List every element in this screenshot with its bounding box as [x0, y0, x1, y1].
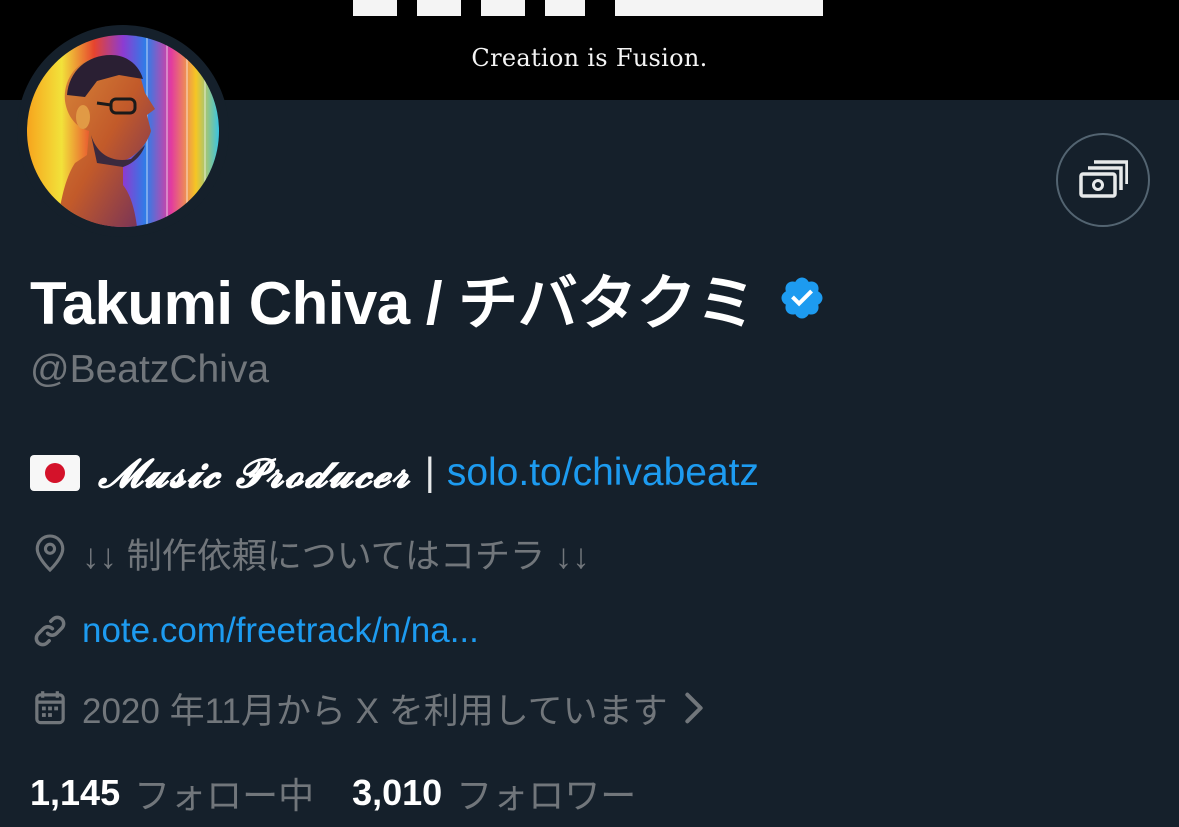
location-row: ↓↓ 制作依頼についてはコチラ ↓↓ — [30, 528, 590, 578]
name-row: Takumi Chiva / チバタクミ — [30, 262, 826, 337]
banner-graphic — [417, 0, 461, 16]
bio-link[interactable]: solo.to/chivabeatz — [447, 451, 759, 495]
bio-text: 𝓜𝓾𝓼𝓲𝓬 𝓟𝓻𝓸𝓭𝓾𝓬𝓮𝓻 — [98, 449, 411, 497]
followers-label: フォロワー — [456, 775, 637, 816]
location-pin-icon — [30, 533, 70, 573]
avatar-portrait — [27, 35, 219, 227]
banner-graphic — [545, 0, 585, 16]
following-count: 1,145 — [30, 772, 121, 813]
joined-row[interactable]: 2020 年11月から X を利用しています — [30, 683, 704, 733]
followers-stat[interactable]: 3,010 フォロワー — [352, 767, 636, 819]
japan-flag-icon — [30, 455, 80, 491]
verified-icon — [781, 277, 823, 319]
website-row: note.com/freetrack/n/na... — [30, 606, 479, 656]
tip-button[interactable] — [1056, 133, 1150, 227]
user-handle: @BeatzChiva — [30, 348, 270, 391]
verified-badge-icon[interactable] — [778, 274, 826, 322]
banner-graphic — [353, 0, 397, 16]
money-icon — [1079, 160, 1128, 198]
joined-text: 2020 年11月から X を利用しています — [82, 691, 668, 731]
calendar-icon — [30, 689, 70, 727]
banner-graphic — [481, 0, 525, 16]
location-text: ↓↓ 制作依頼についてはコチラ ↓↓ — [82, 536, 590, 576]
bio-separator: | — [424, 451, 435, 494]
display-name: Takumi Chiva / チバタクミ — [30, 269, 756, 337]
website-link[interactable]: note.com/freetrack/n/na... — [82, 611, 479, 651]
chevron-right-icon — [684, 691, 704, 725]
banner-graphic — [615, 0, 823, 16]
followers-count: 3,010 — [352, 772, 443, 813]
avatar[interactable] — [27, 35, 219, 227]
bio: 𝓜𝓾𝓼𝓲𝓬 𝓟𝓻𝓸𝓭𝓾𝓬𝓮𝓻 | solo.to/chivabeatz — [30, 446, 759, 500]
flag-circle — [45, 463, 65, 483]
following-label: フォロー中 — [134, 775, 315, 816]
link-icon — [30, 612, 70, 650]
follow-stats: 1,145 フォロー中 3,010 フォロワー — [30, 768, 636, 818]
following-stat[interactable]: 1,145 フォロー中 — [30, 767, 314, 819]
